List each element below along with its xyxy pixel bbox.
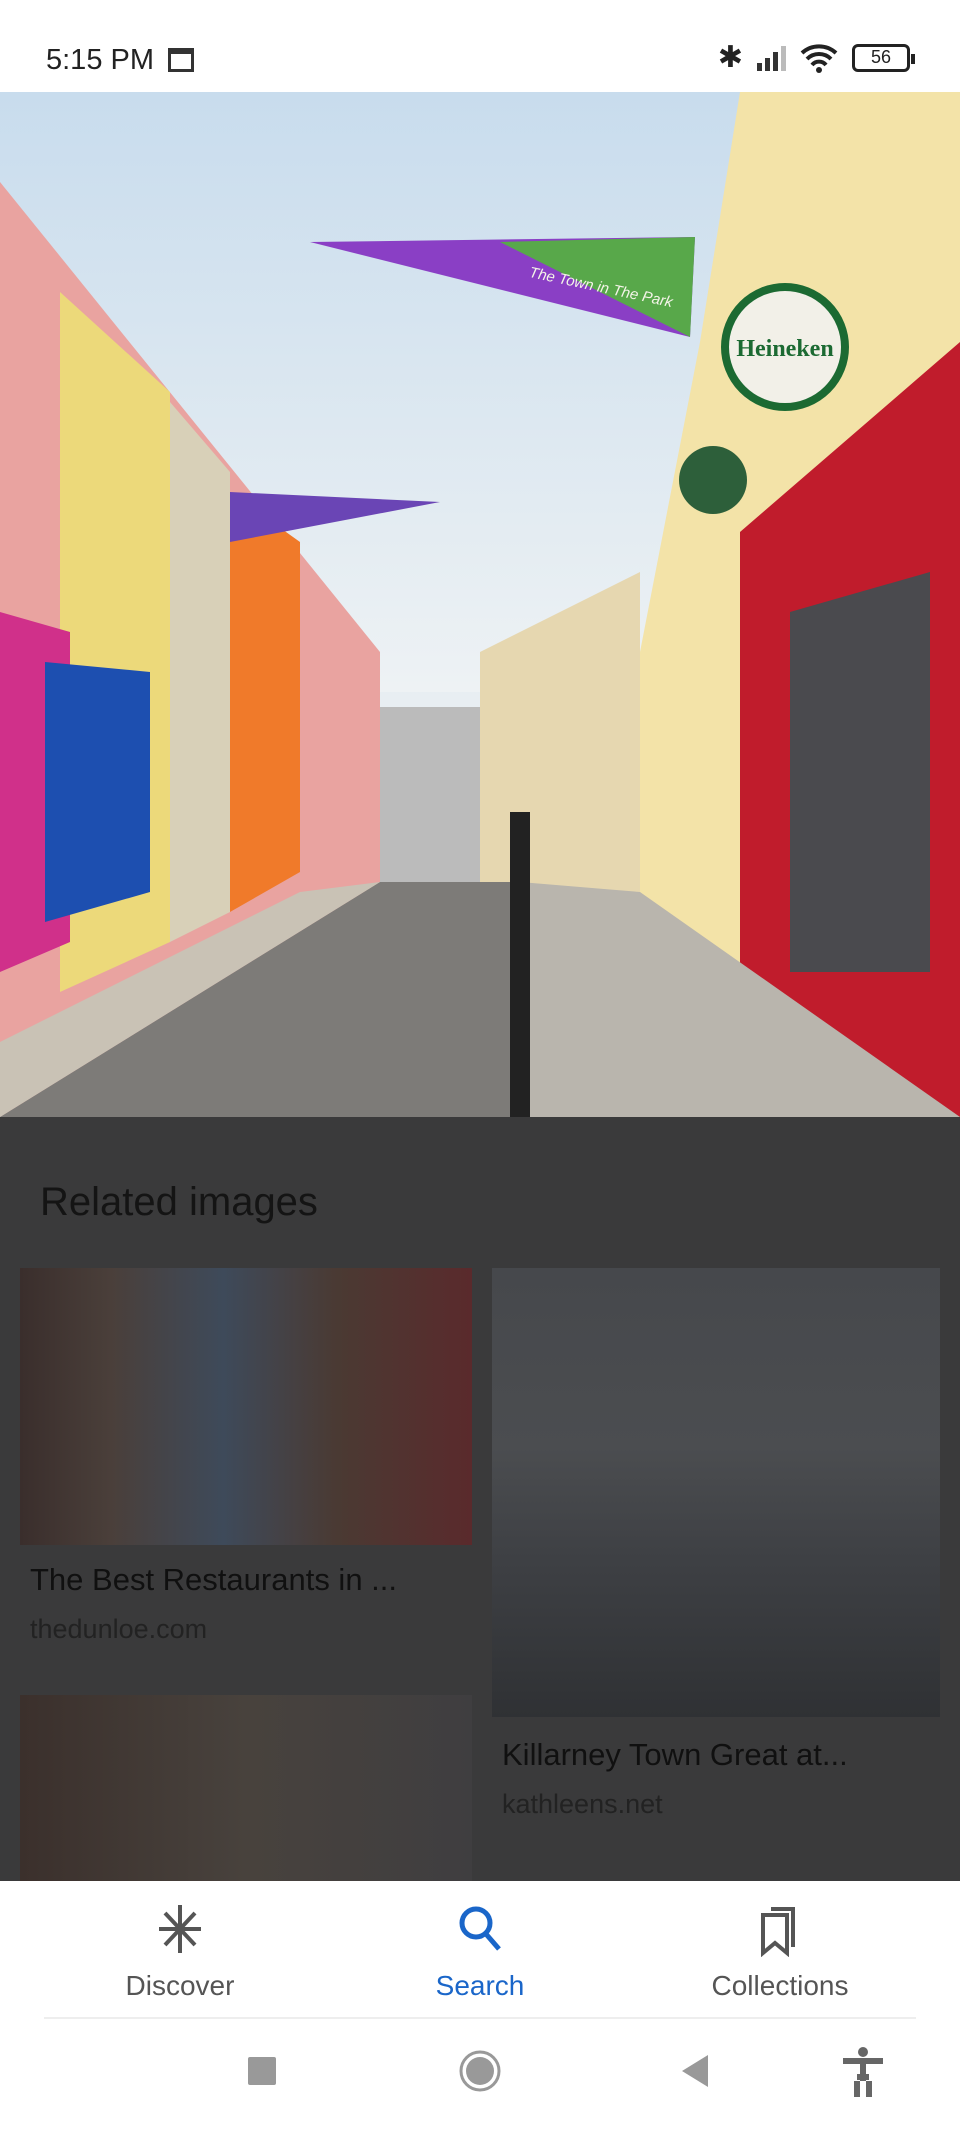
bookmarks-icon xyxy=(761,1907,795,1958)
related-image-title[interactable]: The Best Restaurants in ... xyxy=(30,1562,397,1598)
related-image-source: kathleens.net xyxy=(502,1789,663,1819)
calendar-icon xyxy=(168,48,194,72)
accessibility-icon[interactable] xyxy=(840,2047,886,2099)
nav-search[interactable]: Search xyxy=(360,1901,600,2002)
nav-discover[interactable]: Discover xyxy=(60,1901,300,2002)
bottom-navigation: Discover Search Collections xyxy=(0,1881,960,2133)
battery-icon: 56 xyxy=(852,43,915,72)
related-images-heading: Related images xyxy=(40,1180,318,1224)
heineken-sign: Heineken xyxy=(736,336,833,362)
signal-icon xyxy=(757,45,786,71)
divider xyxy=(44,2017,916,2019)
status-bar: 5:15 PM ✱ 56 xyxy=(0,0,960,92)
main-image[interactable]: The Town in The Park Heineken xyxy=(0,92,960,1117)
related-image-source: thedunloe.com xyxy=(30,1614,208,1644)
related-image-thumb[interactable] xyxy=(492,1268,940,1717)
home-button[interactable] xyxy=(458,2049,502,2093)
recents-button[interactable] xyxy=(246,2055,278,2087)
wifi-icon xyxy=(800,43,838,73)
search-icon xyxy=(459,1906,501,1951)
related-image-thumb[interactable] xyxy=(20,1268,472,1545)
nav-collections[interactable]: Collections xyxy=(660,1901,900,2002)
status-time: 5:15 PM xyxy=(46,44,154,76)
back-button[interactable] xyxy=(680,2053,710,2089)
related-image-title[interactable]: Killarney Town Great at... xyxy=(502,1737,848,1773)
asterisk-icon xyxy=(159,1905,201,1953)
bluetooth-icon: ✱ xyxy=(717,41,743,74)
related-image-thumb[interactable] xyxy=(20,1695,472,1881)
